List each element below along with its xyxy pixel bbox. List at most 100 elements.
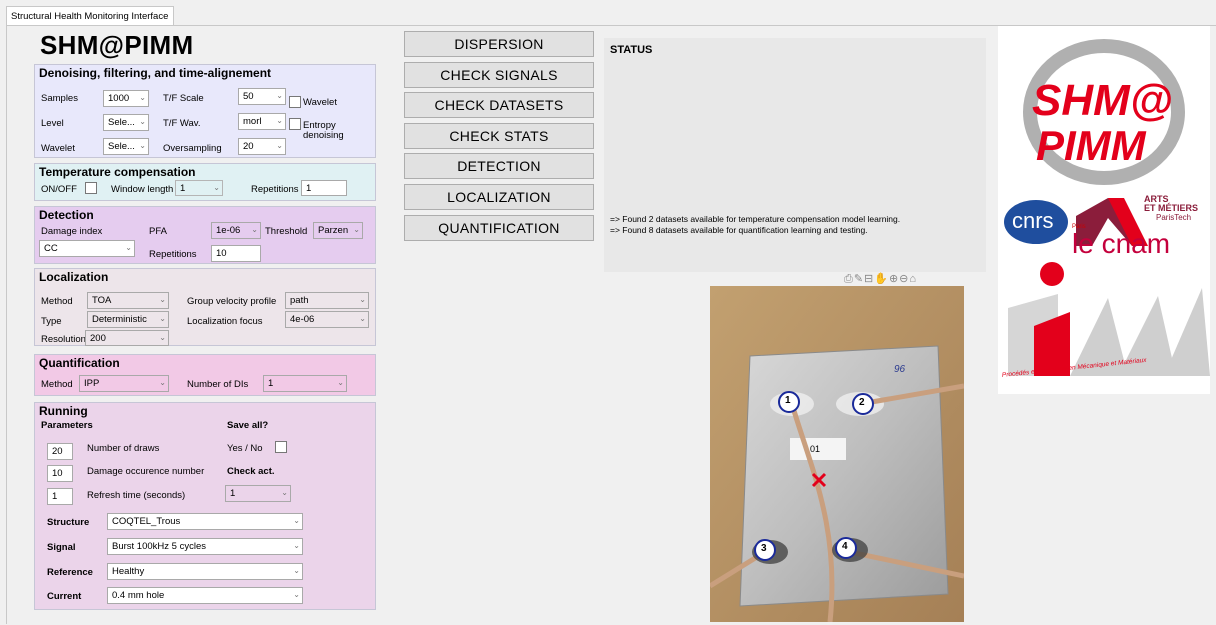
logos-panel: SHM@ PIMM cnrs ARTS ET MÉTIERS ParisTech… — [998, 26, 1210, 394]
wavelet-check-label: Wavelet — [303, 97, 337, 108]
detection-repetitions-label: Repetitions — [149, 249, 197, 260]
chevron-down-icon: ⌄ — [281, 488, 288, 497]
yes-no-label: Yes / No — [227, 443, 263, 454]
threshold-select[interactable]: Parzen ⌄ — [313, 222, 363, 239]
zoom-in-icon[interactable]: ⊕ — [889, 272, 898, 285]
dispersion-button[interactable]: DISPERSION — [404, 31, 594, 57]
check-stats-button[interactable]: CHECK STATS — [404, 123, 594, 149]
plate-label: 01 — [810, 444, 821, 454]
chevron-down-icon: ⌄ — [159, 314, 166, 323]
denoising-title: Denoising, filtering, and time-alignemen… — [39, 66, 272, 80]
detection-title: Detection — [39, 208, 94, 222]
running-title: Running — [39, 404, 88, 418]
chevron-down-icon: ⌄ — [293, 566, 300, 575]
tf-scale-select[interactable]: 50 ⌄ — [238, 88, 286, 105]
parameters-label: Parameters — [41, 420, 93, 431]
entropy-label-2: denoising — [303, 130, 344, 141]
chevron-down-icon: ⌄ — [276, 116, 283, 125]
oversampling-select[interactable]: 20 ⌄ — [238, 138, 286, 155]
quantification-button[interactable]: QUANTIFICATION — [404, 215, 594, 241]
plot-toolbar: ⎙✎⊟✋⊕⊖⌂ — [844, 272, 917, 286]
tf-wav-select[interactable]: morl ⌄ — [238, 113, 286, 130]
datatip-icon[interactable]: ⊟ — [864, 272, 873, 285]
wavelet-checkbox[interactable] — [289, 96, 301, 108]
chevron-down-icon: ⌄ — [337, 378, 344, 387]
refresh-time-input[interactable]: 1 — [47, 488, 73, 505]
signal-select[interactable]: Burst 100kHz 5 cycles ⌄ — [107, 538, 303, 555]
detection-repetitions-input[interactable]: 10 — [211, 245, 261, 262]
cnam-logo: le cnam — [1072, 228, 1171, 259]
damage-occurrence-input[interactable]: 10 — [47, 465, 73, 482]
detection-button[interactable]: DETECTION — [404, 153, 594, 179]
check-act-label: Check act. — [227, 466, 275, 477]
export-icon[interactable]: ⎙ — [844, 273, 853, 286]
window-tab[interactable]: Structural Health Monitoring Interface — [6, 6, 174, 26]
chevron-down-icon: ⌄ — [139, 93, 146, 102]
chevron-down-icon: ⌄ — [251, 225, 258, 234]
pfa-select[interactable]: 1e-06 ⌄ — [211, 222, 261, 239]
loc-type-select[interactable]: Deterministic ⌄ — [87, 311, 169, 328]
num-dis-select[interactable]: 1 ⌄ — [263, 375, 347, 392]
status-line-2: => Found 8 datasets available for quanti… — [610, 225, 868, 235]
temperature-title: Temperature compensation — [39, 165, 196, 179]
check-datasets-button[interactable]: CHECK DATASETS — [404, 92, 594, 118]
shm-logo-line-2: PIMM — [1036, 122, 1146, 169]
quant-method-label: Method — [41, 379, 73, 390]
chevron-down-icon: ⌄ — [125, 243, 132, 252]
plate-handwriting: 96 — [894, 364, 906, 375]
structure-label: Structure — [47, 517, 90, 528]
save-all-checkbox[interactable] — [275, 441, 287, 453]
check-act-select[interactable]: 1 ⌄ — [225, 485, 291, 502]
damage-index-label: Damage index — [41, 226, 103, 237]
wavelet-select[interactable]: Sele... ⌄ — [103, 138, 149, 155]
chevron-down-icon: ⌄ — [293, 541, 300, 550]
chevron-down-icon: ⌄ — [159, 333, 166, 342]
level-select[interactable]: Sele... ⌄ — [103, 114, 149, 131]
chevron-down-icon: ⌄ — [353, 225, 360, 234]
window-border — [6, 25, 7, 624]
temperature-repetitions-input[interactable]: 1 — [301, 180, 347, 196]
pfa-label: PFA — [149, 226, 167, 237]
chevron-down-icon: ⌄ — [159, 295, 166, 304]
temperature-panel: Temperature compensation ON/OFF Window l… — [34, 163, 376, 201]
resolution-select[interactable]: 200 ⌄ — [85, 330, 169, 346]
zoom-out-icon[interactable]: ⊖ — [899, 272, 908, 285]
check-signals-button[interactable]: CHECK SIGNALS — [404, 62, 594, 88]
chevron-down-icon: ⌄ — [359, 314, 366, 323]
group-velocity-select[interactable]: path ⌄ — [285, 292, 369, 309]
quant-method-select[interactable]: IPP ⌄ — [79, 375, 169, 392]
loc-method-select[interactable]: TOA ⌄ — [87, 292, 169, 309]
save-all-label: Save all? — [227, 420, 269, 431]
samples-select[interactable]: 1000 ⌄ — [103, 90, 149, 107]
chevron-down-icon: ⌄ — [139, 141, 146, 150]
quantification-title: Quantification — [39, 356, 120, 370]
localization-button[interactable]: LOCALIZATION — [404, 184, 594, 210]
structure-select[interactable]: COQTEL_Trous ⌄ — [107, 513, 303, 530]
loc-focus-label: Localization focus — [187, 316, 263, 327]
current-label: Current — [47, 591, 82, 602]
brush-icon[interactable]: ✎ — [854, 272, 863, 285]
tf-wav-label: T/F Wav. — [163, 118, 201, 129]
threshold-label: Threshold — [265, 226, 308, 237]
temperature-onoff-checkbox[interactable] — [85, 182, 97, 194]
denoising-panel: Denoising, filtering, and time-alignemen… — [34, 64, 376, 158]
chevron-down-icon: ⌄ — [159, 378, 166, 387]
chevron-down-icon: ⌄ — [293, 590, 300, 599]
reference-select[interactable]: Healthy ⌄ — [107, 563, 303, 580]
damage-index-select[interactable]: CC ⌄ — [39, 240, 135, 257]
shm-logo-line-1: SHM@ — [1032, 76, 1173, 125]
draws-input[interactable]: 20 — [47, 443, 73, 460]
current-select[interactable]: 0.4 mm hole ⌄ — [107, 587, 303, 604]
status-line-1: => Found 2 datasets available for temper… — [610, 214, 901, 224]
entropy-checkbox[interactable] — [289, 118, 301, 130]
damage-occurrence-label: Damage occurence number — [87, 466, 205, 477]
num-dis-label: Number of DIs — [187, 379, 249, 390]
loc-focus-select[interactable]: 4e-06 ⌄ — [285, 311, 369, 328]
window-length-select[interactable]: 1 ⌄ — [175, 180, 223, 196]
loc-method-label: Method — [41, 296, 73, 307]
tf-scale-label: T/F Scale — [163, 93, 204, 104]
home-icon[interactable]: ⌂ — [909, 273, 916, 285]
cnrs-logo: cnrs — [1012, 208, 1054, 233]
pan-icon[interactable]: ✋ — [874, 272, 888, 285]
localization-panel: Localization Method TOA ⌄ Type Determinis… — [34, 268, 376, 346]
